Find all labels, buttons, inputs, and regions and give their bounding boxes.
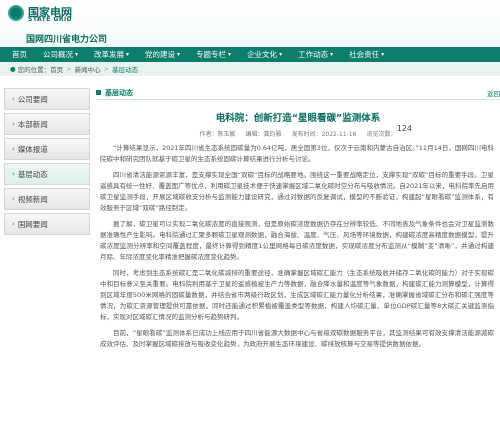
breadcrumb-separator-icon: > — [66, 65, 72, 73]
article-paragraph: 据了解，碳卫星可以实现二氧化碳浓度的直接观测，但是原始碳浓度数据仍存在分辨率较低… — [100, 220, 494, 261]
article-paragraph: 同时，考虑到生态系统碳汇是二氧化碳减排的重要途径，准确掌握区域碳汇能力（生态系统… — [100, 269, 494, 321]
location-pin-icon: ● — [10, 65, 16, 73]
sidebar-item-sgcc-news[interactable]: › 国网要闻 — [4, 213, 90, 235]
view-count: 124 — [396, 124, 412, 133]
nav-item-culture[interactable]: 企业文化 ▾ — [239, 49, 290, 60]
sidebar-item-grassroots[interactable]: › 基层动态 — [4, 163, 90, 185]
chevron-down-icon: ▾ — [126, 51, 130, 58]
chevron-down-icon: ▾ — [330, 51, 334, 58]
view-count-label: 浏览次数： — [366, 131, 397, 138]
article-editor: 编辑：龚钧雅 — [245, 131, 282, 138]
nav-item-responsibility[interactable]: 社会责任 ▾ — [341, 49, 392, 60]
nav-item-home[interactable]: 首页 — [4, 49, 35, 60]
state-grid-logo-icon[interactable] — [8, 5, 24, 21]
nav-label: 工作动态 — [298, 50, 329, 59]
chevron-down-icon: ▾ — [177, 51, 181, 58]
content-area: › 公司要闻 › 本部新闻 › 媒体报道 › 基层动态 › 视频新闻 › 国网要闻 基层动态… — [0, 76, 500, 426]
article-paragraph: 四川省清洁能源资源丰富，是支撑实现全国“双碳”目标的战略要地。围绕这一重要战略定… — [100, 171, 494, 212]
breadcrumb-separator-icon: > — [103, 65, 110, 73]
sidebar-item-label: 基层动态 — [17, 169, 48, 179]
breadcrumb: ● 您的位置： 首页 > 新闻中心 > 基层动态 — [0, 62, 500, 76]
section-header: 基层动态 — [96, 86, 500, 100]
nav-label: 专题专栏 — [196, 50, 227, 59]
sidebar-item-video[interactable]: › 视频新闻 — [4, 188, 90, 210]
chevron-right-icon: › — [12, 220, 15, 228]
article-time: 发布时间：2022-11-16 — [291, 131, 357, 138]
chevron-down-icon: ▾ — [75, 51, 79, 58]
sidebar-item-label: 媒体报道 — [17, 144, 48, 154]
chevron-down-icon: ▾ — [381, 51, 385, 58]
article-author: 作者：陈玉敏 — [199, 131, 236, 138]
sidebar-item-label: 视频新闻 — [17, 194, 48, 204]
sidebar-item-label: 本部新闻 — [17, 119, 48, 129]
article-title: 电科院：创新打造“星眼看碳”监测体系 — [215, 113, 381, 124]
page-root: 国家电网 STATE GRID 国网四川省电力公司 首页 公司概况 ▾ 改革发展 ▾… — [0, 0, 500, 426]
nav-label: 党的建设 — [145, 50, 176, 59]
breadcrumb-news-link[interactable]: 新闻中心 — [75, 64, 101, 74]
nav-label: 首页 — [12, 50, 27, 59]
logo-english-text[interactable]: STATE GRID — [28, 16, 72, 23]
square-bullet-icon — [96, 90, 101, 95]
sidebar: › 公司要闻 › 本部新闻 › 媒体报道 › 基层动态 › 视频新闻 › 国网要闻 — [4, 88, 90, 238]
nav-label: 改革发展 — [94, 50, 125, 59]
breadcrumb-prefix: 您的位置： — [17, 66, 51, 74]
sidebar-item-company-news[interactable]: › 公司要闻 — [4, 88, 90, 110]
chevron-right-icon: › — [12, 120, 15, 128]
sidebar-item-label: 公司要闻 — [17, 94, 48, 104]
sidebar-item-hq-news[interactable]: › 本部新闻 — [4, 113, 90, 135]
nav-item-work-news[interactable]: 工作动态 ▾ — [290, 49, 341, 60]
breadcrumb-home-link[interactable]: 首页 — [50, 64, 63, 74]
sidebar-item-label: 国网要闻 — [17, 219, 48, 229]
main-nav: 首页 公司概况 ▾ 改革发展 ▾ 党的建设 ▾ 专题专栏 ▾ 企业文化 ▾ 工作动态 ▾ 社… — [0, 47, 500, 62]
sidebar-item-media[interactable]: › 媒体报道 — [4, 138, 90, 160]
chevron-right-icon: › — [12, 95, 15, 103]
chevron-right-icon: › — [12, 195, 15, 203]
article-paragraph: 目前，“星眼看碳”监测体系已成功上线应用于四川省能源大数据中心与省级双碳数据服务… — [100, 329, 494, 348]
chevron-down-icon: ▾ — [228, 51, 232, 58]
breadcrumb-current[interactable]: 基层动态 — [112, 64, 138, 74]
site-header: 国家电网 STATE GRID 国网四川省电力公司 — [0, 0, 500, 47]
article-paragraph: “计算结果显示，2021年四川省生态系统固碳量为0.64亿吨，居全国第3位，仅次… — [100, 144, 494, 163]
article-panel: 基层动态 返回 电科院：创新打造“星眼看碳”监测体系 作者：陈玉敏 编辑：龚钧雅… — [96, 86, 500, 350]
nav-item-party[interactable]: 党的建设 ▾ — [137, 49, 188, 60]
nav-label: 社会责任 — [349, 50, 380, 59]
chevron-down-icon: ▾ — [279, 51, 283, 58]
nav-item-reform[interactable]: 改革发展 ▾ — [86, 49, 137, 60]
chevron-right-icon: › — [12, 145, 15, 153]
site-name: 国网四川省电力公司 — [26, 35, 108, 45]
chevron-right-icon: › — [12, 170, 15, 178]
return-link[interactable]: 返回 — [487, 88, 500, 98]
section-title: 基层动态 — [105, 88, 133, 97]
article-meta: 作者：陈玉敏 编辑：龚钧雅 发布时间：2022-11-16 浏览次数： 124 — [96, 124, 500, 138]
nav-label: 公司概况 — [43, 50, 73, 59]
nav-item-special[interactable]: 专题专栏 ▾ — [188, 49, 239, 60]
nav-item-company-overview[interactable]: 公司概况 ▾ — [35, 49, 86, 60]
nav-label: 企业文化 — [247, 50, 278, 59]
